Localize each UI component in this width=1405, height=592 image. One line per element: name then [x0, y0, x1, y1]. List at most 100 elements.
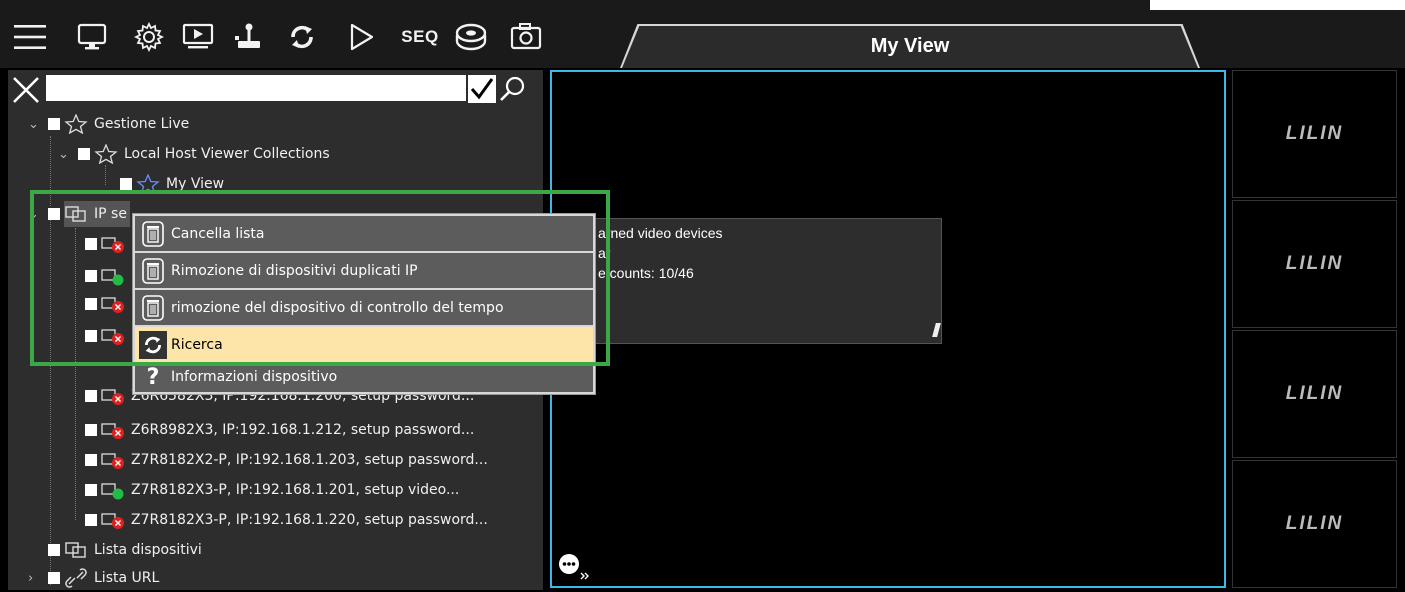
tree-node-local-host[interactable]: ⌄ Local Host Viewer Collections	[58, 140, 330, 168]
toolbar: SEQ My View	[0, 0, 1405, 68]
play-icon[interactable]	[345, 20, 379, 54]
menu-icon[interactable]	[12, 20, 48, 54]
menu-item-rimozione-duplicati[interactable]: Rimozione di dispositivi duplicati IP	[135, 253, 593, 288]
checkbox[interactable]	[85, 298, 97, 310]
server-group-icon	[64, 204, 88, 224]
device-label: Z7R8182X3-P, IP:192.168.1.220, setup pas…	[131, 512, 488, 528]
disk-icon[interactable]	[452, 20, 490, 54]
context-menu: Cancella lista Rimozione di dispositivi …	[132, 213, 596, 395]
tree-node-device[interactable]	[85, 262, 131, 290]
search-icon[interactable]	[498, 75, 528, 103]
checkbox[interactable]	[85, 484, 97, 496]
tree-label: Local Host Viewer Collections	[124, 146, 330, 162]
joystick-icon[interactable]	[232, 20, 266, 54]
device-label: Z7R8182X3-P, IP:192.168.1.201, setup vid…	[131, 482, 460, 498]
menu-item-ricerca[interactable]: Ricerca	[135, 327, 593, 362]
checkbox[interactable]	[85, 454, 97, 466]
search-input[interactable]	[46, 75, 466, 101]
tree-node-device[interactable]	[85, 290, 131, 318]
lilin-logo: LILIN	[1285, 253, 1344, 274]
camera-error-icon	[101, 510, 125, 530]
info-line: e counts: 10/46	[598, 265, 694, 281]
camera-error-icon	[101, 420, 125, 440]
tree-line	[75, 228, 76, 520]
chat-bubble-icon[interactable]	[558, 550, 598, 582]
video-side-cell[interactable]: LILIN	[1232, 70, 1397, 198]
camera-error-icon	[101, 450, 125, 470]
camera-error-icon	[101, 386, 125, 406]
tree-node-lista-dispositivi[interactable]: Lista dispositivi	[48, 536, 202, 564]
trash-icon	[139, 257, 167, 285]
tree-node-my-view[interactable]: My View	[120, 170, 224, 198]
tree-node-device[interactable]: Z6R8982X3, IP:192.168.1.212, setup passw…	[85, 416, 474, 444]
chevron-down-icon[interactable]: ⌄	[28, 117, 42, 132]
info-line: arned video devices	[598, 225, 723, 241]
info-overlay: arned video devices ar e counts: 10/46	[595, 218, 942, 344]
menu-item-cancella-lista[interactable]: Cancella lista	[135, 216, 593, 251]
chevron-right-icon[interactable]: ›	[28, 571, 42, 586]
checkbox[interactable]	[85, 390, 97, 402]
tree-node-device[interactable]	[85, 322, 131, 350]
camera-error-icon	[101, 294, 125, 314]
check-icon[interactable]	[468, 75, 496, 103]
tab-title: My View	[870, 34, 950, 57]
seq-label: SEQ	[401, 27, 439, 46]
star-icon	[94, 143, 118, 165]
gear-icon[interactable]	[132, 20, 166, 54]
checkbox[interactable]	[120, 178, 132, 190]
close-icon[interactable]	[11, 75, 41, 105]
tree-node-device[interactable]	[85, 230, 131, 258]
video-side-cell[interactable]: LILIN	[1232, 200, 1397, 328]
tree-node-device[interactable]: Z7R8182X3-P, IP:192.168.1.201, setup vid…	[85, 476, 459, 504]
tree-node-device[interactable]: Z7R8182X3-P, IP:192.168.1.220, setup pas…	[85, 506, 488, 534]
checkbox[interactable]	[48, 572, 60, 584]
monitor-icon[interactable]	[75, 20, 109, 54]
menu-item-informazioni[interactable]: ? Informazioni dispositivo	[135, 362, 593, 392]
link-icon	[64, 568, 88, 588]
checkbox[interactable]	[85, 514, 97, 526]
tree-line	[50, 215, 51, 585]
trash-icon	[139, 294, 167, 322]
tree-node-gestione-live[interactable]: ⌄ Gestione Live	[28, 110, 189, 138]
lilin-logo: LILIN	[1285, 383, 1344, 404]
checkbox[interactable]	[85, 330, 97, 342]
chevron-down-icon[interactable]: ⌄	[28, 207, 42, 222]
video-side-cell[interactable]: LILIN	[1232, 330, 1397, 458]
tree-line	[50, 136, 51, 206]
tab-my-view[interactable]: My View	[620, 24, 1200, 68]
camera-error-icon	[101, 234, 125, 254]
question-icon: ?	[146, 364, 160, 390]
tree-node-lista-url[interactable]: › Lista URL	[28, 564, 159, 592]
refresh-icon[interactable]	[285, 20, 319, 54]
checkbox[interactable]	[48, 544, 60, 556]
device-label: Z7R8182X2-P, IP:192.168.1.203, setup pas…	[131, 452, 488, 468]
checkbox[interactable]	[85, 238, 97, 250]
tree-label: Gestione Live	[94, 116, 190, 132]
menu-item-rimozione-tempo[interactable]: rimozione del dispositivo di controllo d…	[135, 290, 593, 325]
checkbox[interactable]	[85, 270, 97, 282]
checkbox[interactable]	[78, 148, 90, 160]
lilin-logo: LILIN	[1285, 513, 1344, 534]
playback-icon[interactable]	[180, 20, 216, 54]
chevron-down-icon[interactable]: ⌄	[58, 147, 72, 162]
checkbox[interactable]	[48, 208, 60, 220]
refresh-icon	[139, 330, 167, 359]
tree-line	[105, 165, 106, 185]
seq-icon[interactable]: SEQ	[395, 20, 445, 54]
checkbox[interactable]	[48, 118, 60, 130]
tree-label: Lista dispositivi	[94, 542, 202, 558]
camera-online-icon	[101, 266, 125, 286]
camera-icon[interactable]	[508, 20, 544, 54]
tree-node-device[interactable]: Z7R8182X2-P, IP:192.168.1.203, setup pas…	[85, 446, 488, 474]
tree-label: IP se	[94, 206, 127, 222]
camera-error-icon	[101, 326, 125, 346]
tree-node-ip-server[interactable]: ⌄ IP se	[28, 200, 127, 228]
star-icon	[136, 173, 160, 195]
server-group-icon	[64, 540, 88, 560]
logo-fragment	[932, 323, 941, 337]
camera-online-icon	[101, 480, 125, 500]
device-label: Z6R8982X3, IP:192.168.1.212, setup passw…	[131, 422, 475, 438]
menu-label: Informazioni dispositivo	[171, 369, 338, 385]
checkbox[interactable]	[85, 424, 97, 436]
video-side-cell[interactable]: LILIN	[1232, 460, 1397, 588]
